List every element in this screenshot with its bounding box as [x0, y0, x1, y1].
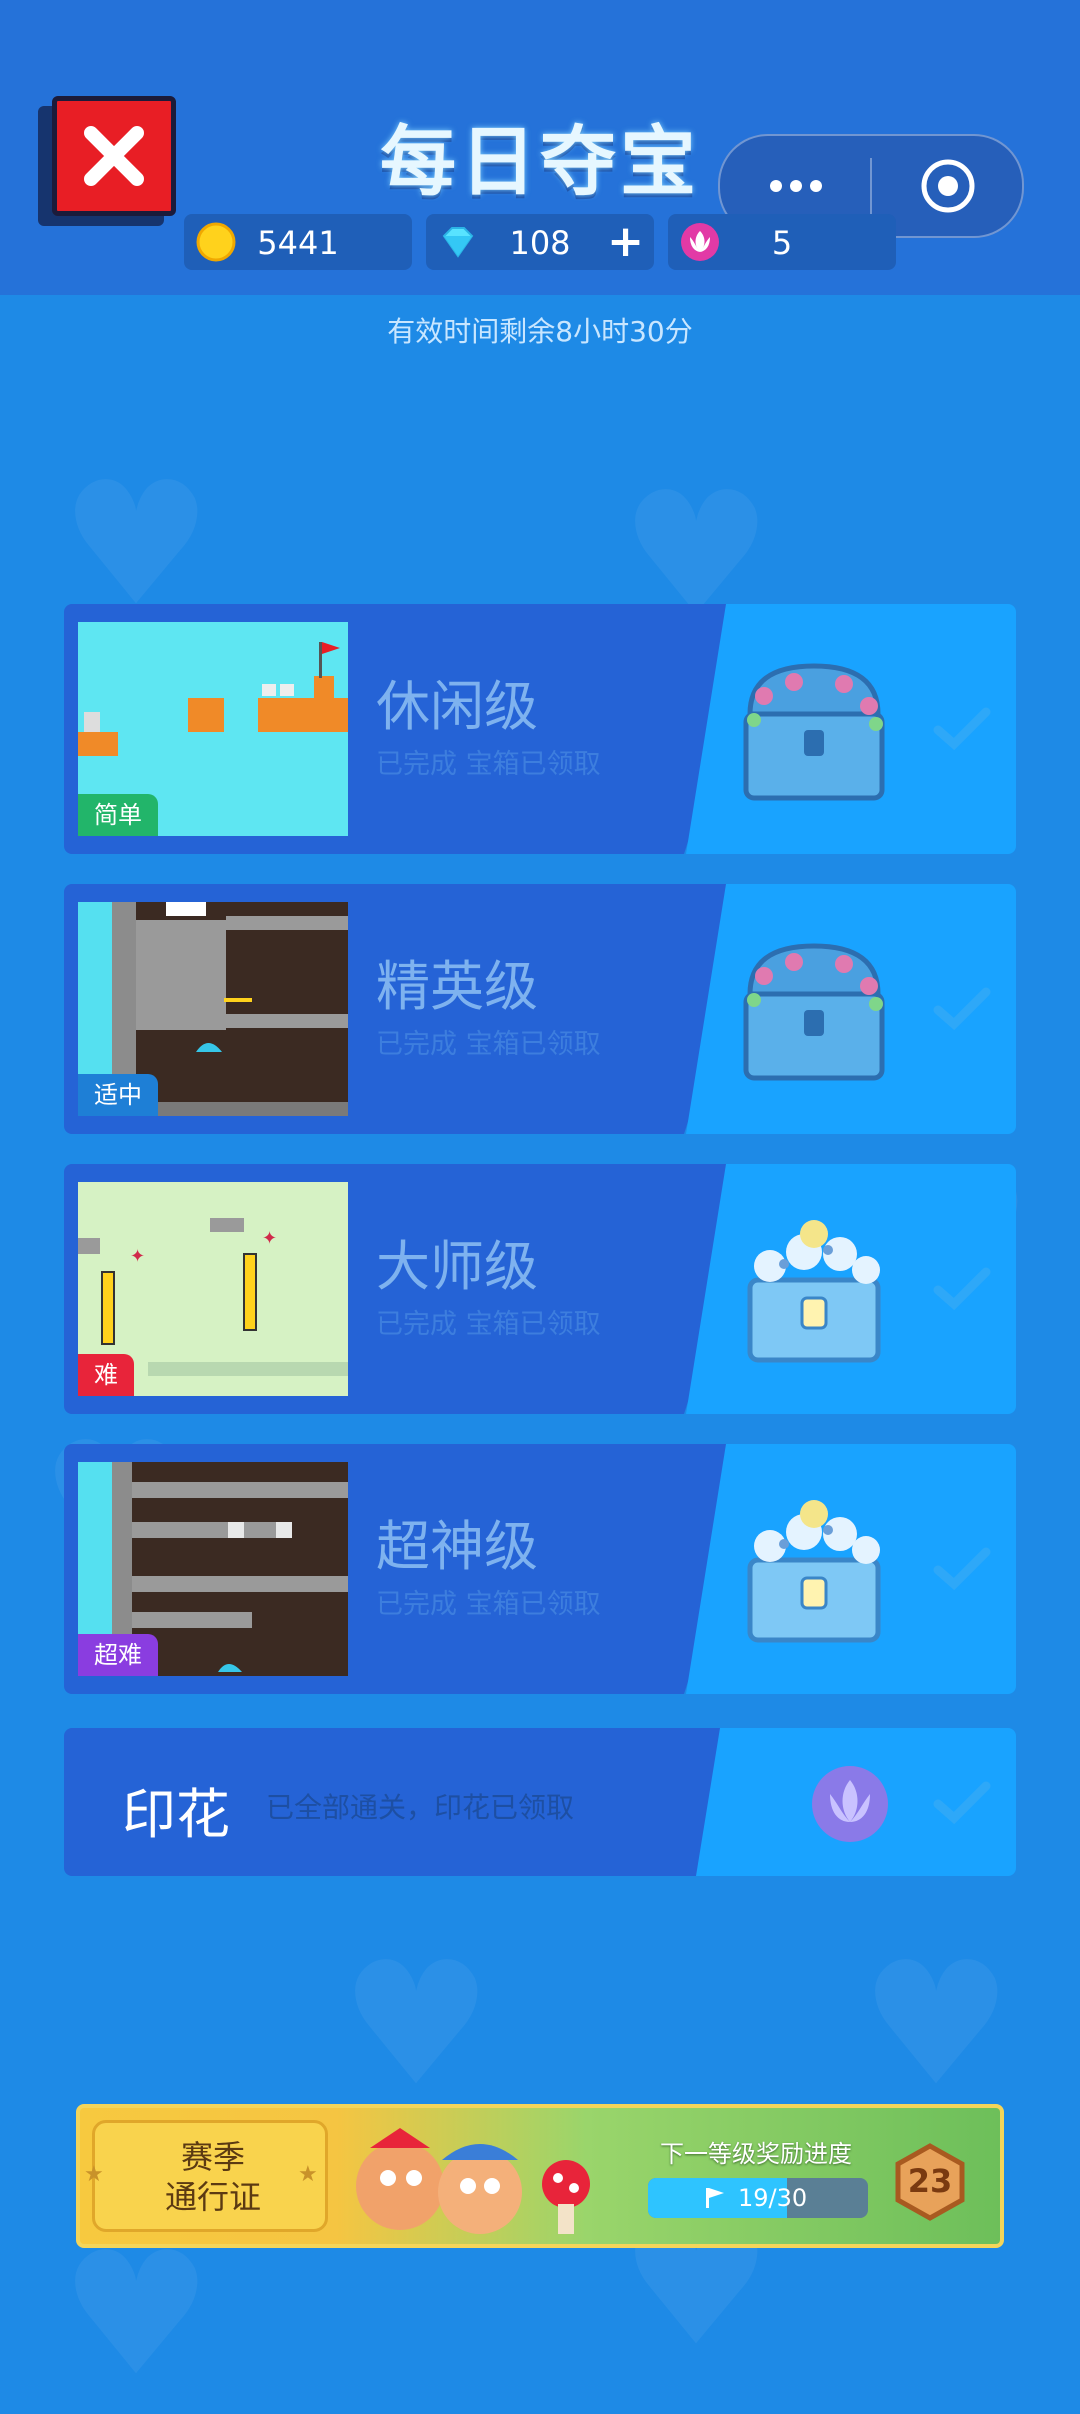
more-dots-icon [770, 180, 782, 192]
level-name: 超神级 [376, 1515, 538, 1578]
close-button[interactable] [38, 96, 178, 226]
flower-chest-icon [747, 1220, 881, 1363]
level-status: 已完成 宝箱已领取 [376, 1589, 601, 1620]
star-icon: ★ [298, 2162, 318, 2187]
stamp-status: 已全部通关，印花已领取 [266, 1791, 575, 1824]
level-status: 已完成 宝箱已领取 [376, 1309, 601, 1340]
flower-chest-icon [747, 1500, 881, 1643]
characters-illustration [356, 2128, 590, 2234]
season-level: 23 [907, 2162, 953, 2200]
progress-text: 19/30 [738, 2184, 808, 2212]
level-thumbnail: 超难 [78, 1462, 348, 1676]
level-status: 已完成 宝箱已领取 [376, 1029, 601, 1060]
check-icon [933, 1547, 991, 1591]
wooden-chest-icon [743, 943, 885, 1081]
level-thumbnail: 简单 [78, 622, 348, 836]
stamp-value: 5 [771, 224, 793, 262]
check-icon [933, 1267, 991, 1311]
check-icon [933, 987, 991, 1031]
diamond-currency: 108 + [426, 214, 654, 270]
header-bar: 每日夺宝 5441 108 + 5 [0, 0, 1080, 295]
progress-bar: 19/30 [648, 2178, 868, 2218]
check-icon [933, 1781, 991, 1825]
season-pass-label-box: 赛季 通行证 [92, 2120, 328, 2232]
gold-currency: 5441 [184, 214, 412, 270]
level-card-master[interactable]: ✦ ✦ 难 大师级 已完成 宝箱已领取 [64, 1164, 1016, 1414]
check-icon [933, 707, 991, 751]
stamp-currency: 5 [668, 214, 896, 270]
remaining-time-text: 有效时间剩余8小时30分 [387, 315, 693, 348]
wooden-chest-icon [743, 663, 885, 801]
exit-target-icon[interactable] [920, 158, 976, 214]
close-icon [84, 126, 144, 186]
star-icon: ★ [84, 2162, 104, 2187]
gold-value: 5441 [257, 224, 339, 262]
lotus-stamp-icon [812, 1766, 888, 1842]
flag-icon [706, 2188, 724, 2208]
level-card-casual[interactable]: 简单 休闲级 已完成 宝箱已领取 [64, 604, 1016, 854]
svg-text:✦: ✦ [130, 1246, 145, 1267]
difficulty-tag: 超难 [78, 1634, 158, 1676]
add-diamond-button[interactable]: + [607, 216, 644, 267]
stamp-card[interactable]: 印花 已全部通关，印花已领取 [64, 1728, 1016, 1876]
level-thumbnail: ✦ ✦ 难 [78, 1182, 348, 1396]
difficulty-tag: 难 [78, 1354, 134, 1396]
difficulty-tag: 适中 [78, 1074, 158, 1116]
season-pass-banner[interactable]: 赛季 通行证 ★ ★ 下一等级奖励进度 19/30 23 [76, 2104, 1004, 2248]
page-title: 每日夺宝 [380, 117, 700, 206]
level-card-godlike[interactable]: 超难 超神级 已完成 宝箱已领取 [64, 1444, 1016, 1694]
season-pass-label-line2: 通行证 [164, 2178, 261, 2216]
level-name: 大师级 [376, 1235, 538, 1298]
level-card-elite[interactable]: 适中 精英级 已完成 宝箱已领取 [64, 884, 1016, 1134]
stamp-title: 印花 [122, 1783, 230, 1846]
season-pass-label-line1: 赛季 [180, 2138, 245, 2176]
level-status: 已完成 宝箱已领取 [376, 749, 601, 780]
level-name: 精英级 [376, 955, 538, 1018]
svg-text:✦: ✦ [262, 1228, 277, 1249]
progress-label: 下一等级奖励进度 [660, 2140, 852, 2168]
more-button[interactable] [760, 168, 832, 204]
level-thumbnail: 适中 [78, 902, 348, 1116]
difficulty-tag: 简单 [78, 794, 158, 836]
level-name: 休闲级 [376, 675, 538, 738]
